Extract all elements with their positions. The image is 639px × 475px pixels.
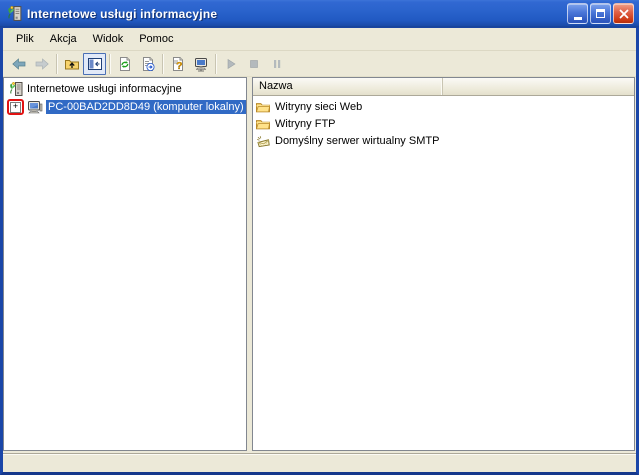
tree-root-label: Internetowe usługi informacyjne: [27, 83, 182, 95]
forward-button[interactable]: [30, 53, 53, 75]
expand-plus-toggle[interactable]: +: [10, 101, 21, 113]
list-item-smtp-server[interactable]: Domyślny serwer wirtualny SMTP: [253, 132, 634, 149]
back-button[interactable]: [7, 53, 30, 75]
tree-server-label[interactable]: PC-00BAD2DD8D49 (komputer lokalny): [46, 100, 246, 114]
up-one-level-button[interactable]: [60, 53, 83, 75]
svg-text:?: ?: [176, 60, 182, 72]
help-icon: ?: [172, 56, 183, 72]
minimize-icon: [573, 16, 582, 20]
menu-bar: Plik Akcja Widok Pomoc: [3, 28, 636, 51]
menu-pomoc[interactable]: Pomoc: [131, 30, 181, 49]
folder-icon: [255, 119, 271, 129]
connect-computer-button[interactable]: [189, 53, 212, 75]
menu-widok[interactable]: Widok: [85, 30, 132, 49]
column-header-empty: [443, 78, 634, 95]
stop-icon: [249, 59, 258, 68]
results-list-pane: Nazwa Witryny sieci Web Witryny FTP Domy…: [252, 77, 635, 451]
tree-node-server[interactable]: + PC-00BAD2DD8D49 (komputer lokalny): [6, 98, 246, 116]
play-icon: [227, 58, 236, 69]
minimize-button[interactable]: [567, 3, 588, 24]
toolbar-separator: [56, 53, 57, 74]
menu-akcja[interactable]: Akcja: [42, 30, 85, 49]
computer-icon: [194, 57, 207, 71]
start-button[interactable]: [219, 53, 242, 75]
close-icon: [619, 9, 628, 18]
list-item-witryny-sieci-web[interactable]: Witryny sieci Web: [253, 98, 634, 115]
refresh-button[interactable]: [113, 53, 136, 75]
list-body: Witryny sieci Web Witryny FTP Domyślny s…: [253, 96, 634, 450]
list-header-row: Nazwa: [253, 78, 634, 96]
stop-button[interactable]: [242, 53, 265, 75]
maximize-icon: [596, 9, 605, 18]
window-title: Internetowe usługi informacyjne: [27, 6, 218, 21]
up-folder-icon: [64, 59, 79, 69]
list-item-witryny-ftp[interactable]: Witryny FTP: [253, 115, 634, 132]
iis-manager-window: Internetowe usługi informacyjne Plik Akc…: [0, 0, 639, 475]
status-bar: [3, 453, 636, 472]
iis-icon: [7, 5, 22, 21]
help-button[interactable]: ?: [166, 53, 189, 75]
back-arrow-icon: [11, 57, 25, 70]
forward-arrow-icon: [35, 57, 49, 70]
pause-button[interactable]: [265, 53, 288, 75]
toolbar-separator: [162, 53, 163, 74]
content-area: Internetowe usługi informacyjne + PC-00B…: [3, 77, 636, 453]
console-tree-icon: [87, 57, 102, 70]
folder-icon: [255, 102, 271, 112]
list-item-label: Witryny sieci Web: [275, 100, 363, 113]
pause-icon: [273, 59, 280, 68]
refresh-icon: [119, 56, 130, 71]
column-header-nazwa[interactable]: Nazwa: [253, 78, 443, 95]
menu-plik[interactable]: Plik: [8, 30, 42, 49]
console-tree-pane: Internetowe usługi informacyjne + PC-00B…: [3, 77, 247, 451]
list-item-label: Domyślny serwer wirtualny SMTP: [275, 134, 440, 147]
toolbar-separator: [109, 53, 110, 74]
close-button[interactable]: [613, 3, 634, 24]
computer-icon: [28, 101, 43, 114]
smtp-envelope-icon: [256, 135, 270, 147]
title-bar: Internetowe usługi informacyjne: [0, 0, 639, 28]
red-highlight-annotation: +: [7, 99, 24, 115]
export-list-icon: [142, 56, 154, 71]
toolbar: ?: [3, 51, 636, 77]
show-hide-console-tree-button[interactable]: [83, 52, 106, 75]
iis-icon: [9, 81, 23, 96]
tree-node-root[interactable]: Internetowe usługi informacyjne: [6, 80, 246, 98]
list-item-label: Witryny FTP: [275, 117, 336, 130]
toolbar-separator: [215, 53, 216, 74]
maximize-button[interactable]: [590, 3, 611, 24]
export-list-button[interactable]: [136, 53, 159, 75]
